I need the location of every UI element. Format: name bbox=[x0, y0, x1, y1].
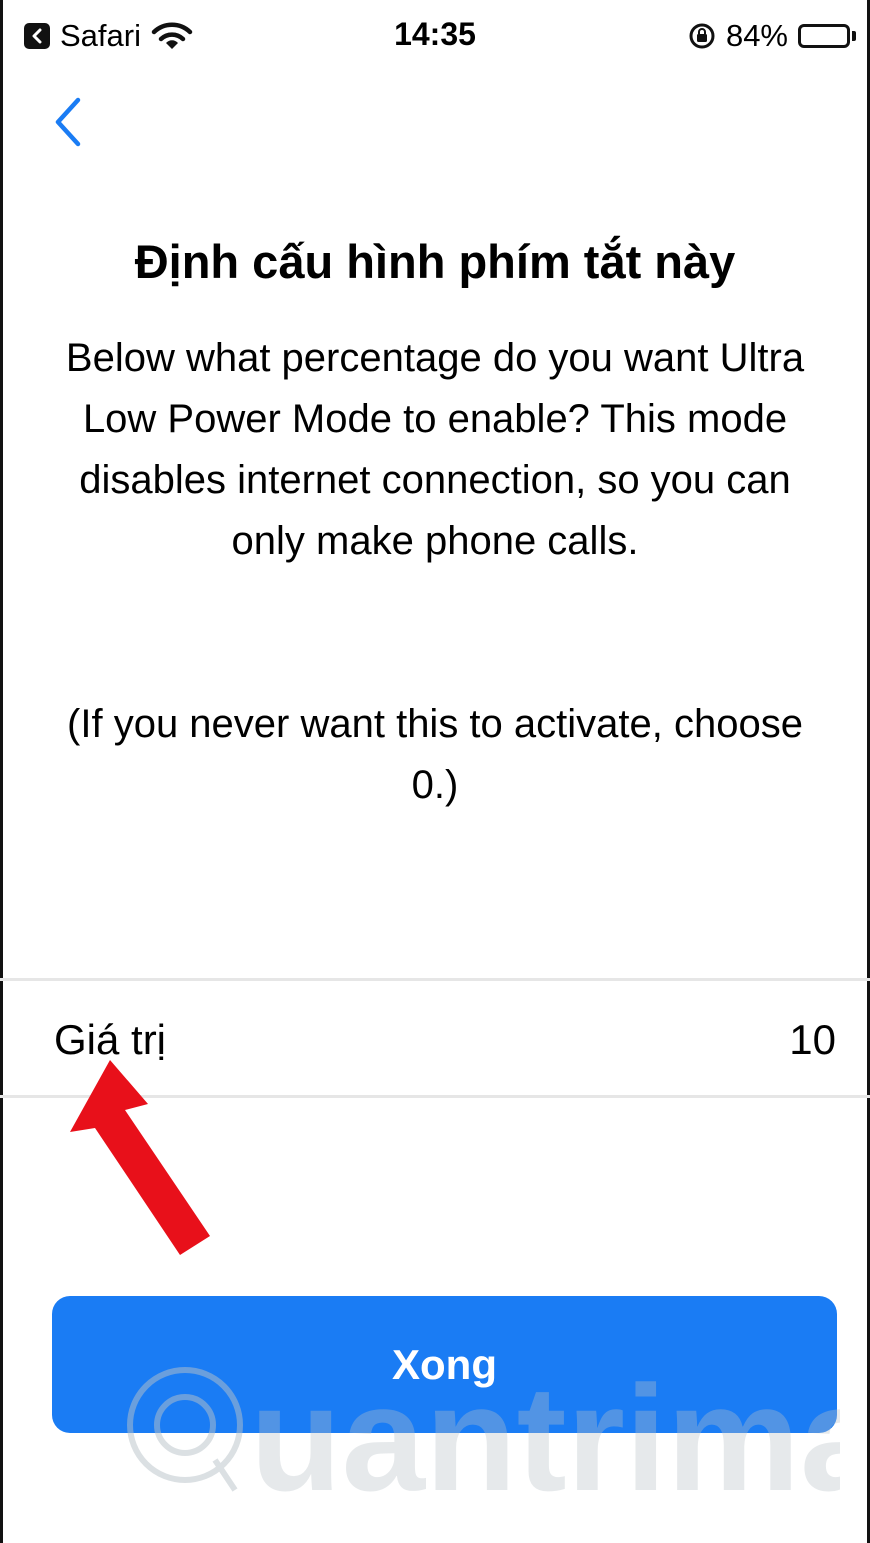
battery-percent: 84% bbox=[725, 18, 788, 53]
frame-border-left bbox=[0, 0, 3, 1543]
status-bar: Safari 14:35 84% bbox=[0, 0, 870, 70]
value-label: Giá trị bbox=[54, 1016, 167, 1063]
red-arrow-annotation bbox=[70, 1060, 230, 1270]
done-button[interactable]: Xong bbox=[52, 1296, 837, 1433]
status-bar-right: 84% bbox=[688, 18, 856, 54]
chevron-left-icon[interactable] bbox=[46, 92, 90, 152]
note-text: (If you never want this to activate, cho… bbox=[67, 702, 803, 807]
done-button-label: Xong bbox=[392, 1340, 497, 1388]
orientation-lock-icon bbox=[688, 22, 716, 50]
description-text: Below what percentage do you want Ultra … bbox=[65, 336, 805, 563]
value-field[interactable]: 10 bbox=[789, 1016, 836, 1064]
page-title: Định cấu hình phím tắt này bbox=[134, 235, 736, 288]
battery-icon bbox=[798, 24, 856, 48]
